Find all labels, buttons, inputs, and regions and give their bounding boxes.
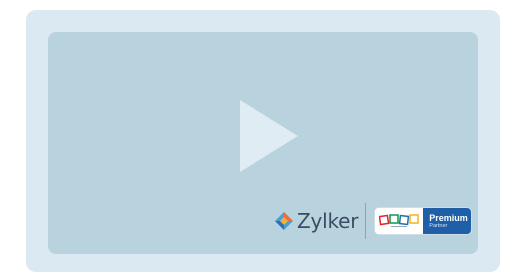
partner-badge: Premium Partner [375,208,472,234]
play-icon [240,100,298,172]
premium-partner-label: Premium Partner [423,208,472,234]
partner-text: Partner [429,222,448,229]
zylker-logo: Zylker [274,211,358,231]
zoho-logo [375,208,424,234]
company-name: Zylker [297,209,359,233]
zylker-logo-icon [275,212,293,230]
play-button[interactable] [240,100,300,172]
zoho-logo-icon [379,214,420,227]
brand-row: Zylker Premium Partner [274,202,472,240]
premium-text: Premium [429,212,468,223]
divider [365,203,367,239]
